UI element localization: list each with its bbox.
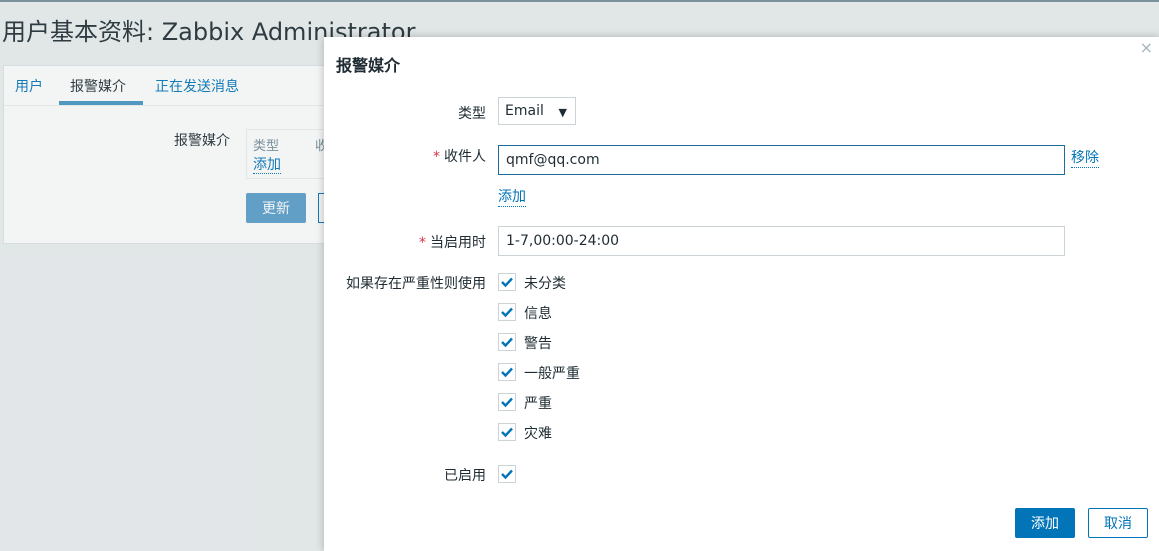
dialog-title: 报警媒介 [336, 56, 401, 75]
remove-link[interactable]: 移除 [1071, 150, 1099, 168]
recipient-input[interactable] [498, 145, 1065, 175]
severity-label-average: 一般严重 [524, 366, 580, 382]
when-active-label: * 当启用时 [419, 235, 486, 251]
severity-checkbox-information[interactable] [498, 303, 516, 321]
type-select[interactable]: Email ▼ [498, 97, 576, 125]
type-select-value: Email [505, 103, 544, 119]
add-button[interactable]: 添加 [1015, 508, 1075, 538]
severity-checkbox-warning[interactable] [498, 333, 516, 351]
severity-checkbox-disaster[interactable] [498, 423, 516, 441]
checkmark-icon [501, 427, 513, 438]
media-dialog: 报警媒介 × 类型 Email ▼ *收件人 移除 添加 *当启用时 如果存在严… [324, 37, 1159, 551]
when-active-input[interactable] [498, 226, 1065, 256]
severity-label-disaster: 灾难 [524, 426, 552, 442]
cancel-button[interactable]: 取消 [1088, 508, 1148, 538]
severity-label-warning: 警告 [524, 336, 552, 352]
checkmark-icon [501, 397, 513, 408]
severity-checkbox-not-classified[interactable] [498, 273, 516, 291]
enabled-checkbox[interactable] [498, 465, 516, 483]
enabled-label: 已启用 [444, 468, 486, 484]
severity-label-high: 严重 [524, 396, 552, 412]
checkmark-icon [501, 307, 513, 318]
type-label: 类型 [458, 106, 486, 122]
checkmark-icon [501, 367, 513, 378]
severity-label: 如果存在严重性则使用 [346, 276, 486, 292]
checkmark-icon [501, 277, 513, 288]
severity-label-information: 信息 [524, 306, 552, 322]
checkmark-icon [501, 337, 513, 348]
severity-checkbox-average[interactable] [498, 363, 516, 381]
add-recipient-link[interactable]: 添加 [498, 189, 526, 207]
severity-label-not-classified: 未分类 [524, 276, 566, 292]
severity-checkbox-high[interactable] [498, 393, 516, 411]
required-mark: * [433, 149, 440, 165]
recipient-label: * 收件人 [433, 149, 486, 165]
chevron-down-icon: ▼ [558, 106, 567, 119]
required-mark: * [419, 235, 426, 251]
checkmark-icon [501, 469, 513, 480]
close-icon[interactable]: × [1140, 38, 1153, 57]
